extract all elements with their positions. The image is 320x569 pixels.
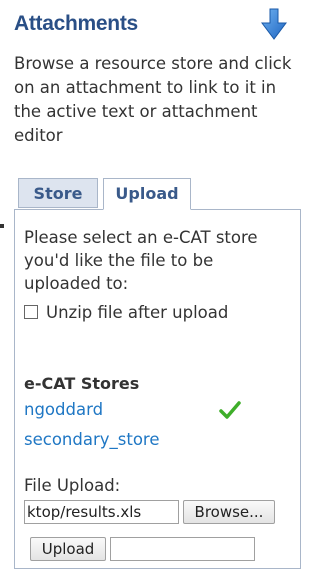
browse-button[interactable]: Browse... (183, 500, 275, 524)
store-link-secondary-store[interactable]: secondary_store (24, 430, 160, 449)
unzip-checkbox[interactable] (24, 304, 38, 319)
down-arrow-icon[interactable] (260, 8, 288, 40)
unzip-label: Unzip file after upload (46, 303, 229, 322)
panel-title: Attachments (14, 12, 138, 35)
file-path-input[interactable]: ktop/results.xls (24, 500, 179, 524)
store-select-prompt: Please select an e-CAT store you'd like … (24, 228, 258, 293)
upload-button[interactable]: Upload (30, 537, 106, 561)
file-upload-label: File Upload: (24, 476, 121, 495)
instructions-text: Browse a resource store and click on an … (14, 54, 292, 145)
store-link-ngoddard[interactable]: ngoddard (24, 400, 103, 419)
attachments-header: Attachments (14, 8, 294, 44)
stores-heading: e-CAT Stores (24, 374, 140, 393)
panel-marker (0, 224, 4, 228)
tab-store[interactable]: Store (18, 178, 98, 208)
unzip-option: Unzip file after upload (22, 302, 228, 326)
file-path-value: ktop/results.xls (27, 503, 142, 521)
tab-upload[interactable]: Upload (103, 178, 191, 210)
checkmark-icon (219, 401, 241, 419)
upload-name-input[interactable] (110, 537, 255, 561)
